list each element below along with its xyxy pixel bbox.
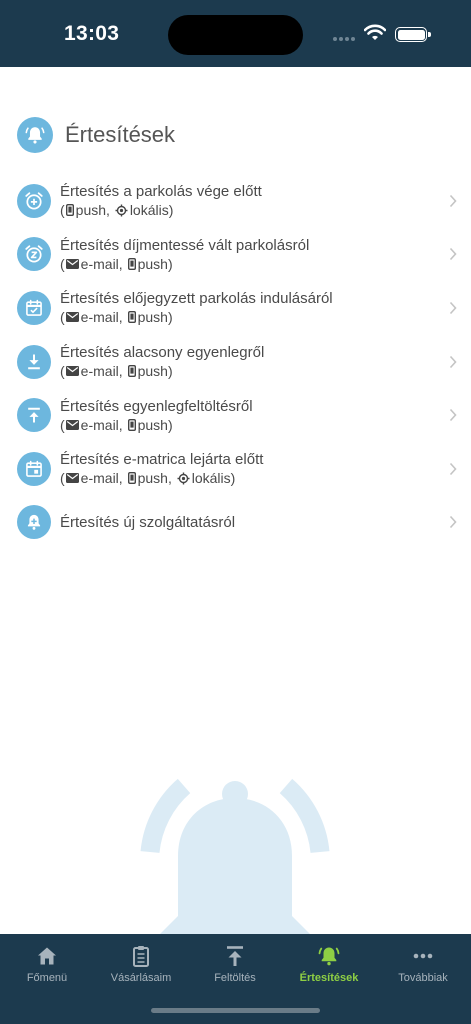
notification-item-top-up[interactable]: Értesítés egyenlegfeltöltésről (e-mail, … <box>0 388 471 442</box>
envelope-icon <box>65 312 79 323</box>
chevron-right-icon <box>449 516 457 529</box>
tab-label: Továbbiak <box>398 972 448 984</box>
phone-icon <box>127 418 136 431</box>
tab-label: Főmenü <box>26 972 68 984</box>
notification-channels: (e-mail, push, lokális) <box>60 470 236 487</box>
notification-title: Értesítés egyenlegfeltöltésről <box>60 397 253 415</box>
notification-title: Értesítés díjmentessé vált parkolásról <box>60 236 310 254</box>
location-target-icon <box>115 204 128 217</box>
tab-feltoltes[interactable]: Feltöltés <box>188 944 282 984</box>
envelope-icon <box>65 473 79 484</box>
tab-fomenu[interactable]: Főmenü <box>0 944 94 984</box>
bell-plus-icon <box>17 505 51 540</box>
notification-title: Értesítés előjegyzett parkolás indulásár… <box>60 290 333 308</box>
download-icon <box>17 344 51 379</box>
chevron-right-icon <box>449 462 457 475</box>
tab-vasarlasaim[interactable]: Vásárlásaim <box>94 944 188 984</box>
page-title: Értesítések <box>65 122 176 147</box>
alarm-snooze-icon <box>17 237 51 272</box>
phone-icon <box>127 311 136 324</box>
envelope-icon <box>65 366 79 377</box>
notification-item-scheduled-parking[interactable]: Értesítés előjegyzett parkolás indulásár… <box>0 281 471 335</box>
chevron-right-icon <box>449 248 457 261</box>
battery-icon <box>395 27 431 42</box>
notification-title: Értesítés e-matrica lejárta előtt <box>60 451 264 469</box>
notification-channels: (e-mail, push) <box>60 309 173 326</box>
notification-channels: (e-mail, push) <box>60 363 173 380</box>
chevron-right-icon <box>449 409 457 422</box>
notification-settings-list: Értesítés a parkolás vége előtt (push, l… <box>0 174 471 549</box>
dynamic-island <box>168 15 303 55</box>
location-target-icon <box>177 472 190 485</box>
background-bell-icon <box>140 778 330 934</box>
notification-channels: (e-mail, push) <box>60 416 173 433</box>
notification-title: Értesítés a parkolás vége előtt <box>60 183 262 201</box>
tab-label: Értesítések <box>299 972 359 984</box>
notification-item-parking-end[interactable]: Értesítés a parkolás vége előtt (push, l… <box>0 174 471 228</box>
status-bar: 13:03 <box>0 0 471 67</box>
envelope-icon <box>65 419 79 430</box>
clipboard-icon <box>133 946 149 967</box>
notification-item-low-balance[interactable]: Értesítés alacsony egyenlegről (e-mail, … <box>0 335 471 389</box>
bell-ring-icon <box>318 947 340 966</box>
more-dots-icon <box>413 953 433 959</box>
chevron-right-icon <box>449 301 457 315</box>
calendar-icon <box>17 451 51 486</box>
notification-title: Értesítés alacsony egyenlegről <box>60 344 265 362</box>
bell-ring-icon <box>17 117 53 153</box>
alarm-plus-icon <box>17 183 51 218</box>
phone-icon <box>65 204 74 217</box>
upload-icon <box>227 946 243 966</box>
cellular-signal-icon <box>333 37 357 41</box>
notification-item-e-vignette[interactable]: Értesítés e-matrica lejárta előtt (e-mai… <box>0 442 471 496</box>
notification-title: Értesítés új szolgáltatásról <box>60 513 236 531</box>
upload-icon <box>17 398 51 433</box>
phone-icon <box>127 257 136 270</box>
tab-tovabbiak[interactable]: Továbbiak <box>376 944 470 984</box>
tab-label: Feltöltés <box>214 972 256 984</box>
notification-item-new-service[interactable]: Értesítés új szolgáltatásról <box>0 496 471 550</box>
envelope-icon <box>65 258 79 269</box>
phone-icon <box>127 472 136 485</box>
home-indicator[interactable] <box>151 1008 320 1013</box>
notification-channels: (push, lokális) <box>60 202 174 219</box>
chevron-right-icon <box>449 194 457 207</box>
notification-channels: (e-mail, push) <box>60 255 173 272</box>
home-icon <box>38 947 56 965</box>
wifi-icon <box>364 24 386 40</box>
page-header: Értesítések <box>17 117 175 153</box>
tab-label: Vásárlásaim <box>110 972 172 984</box>
chevron-right-icon <box>449 355 457 368</box>
notification-item-free-parking[interactable]: Értesítés díjmentessé vált parkolásról (… <box>0 228 471 282</box>
status-time: 13:03 <box>64 22 120 45</box>
tab-ertesitesek[interactable]: Értesítések <box>282 944 376 984</box>
phone-icon <box>127 365 136 378</box>
calendar-check-icon <box>17 290 51 325</box>
